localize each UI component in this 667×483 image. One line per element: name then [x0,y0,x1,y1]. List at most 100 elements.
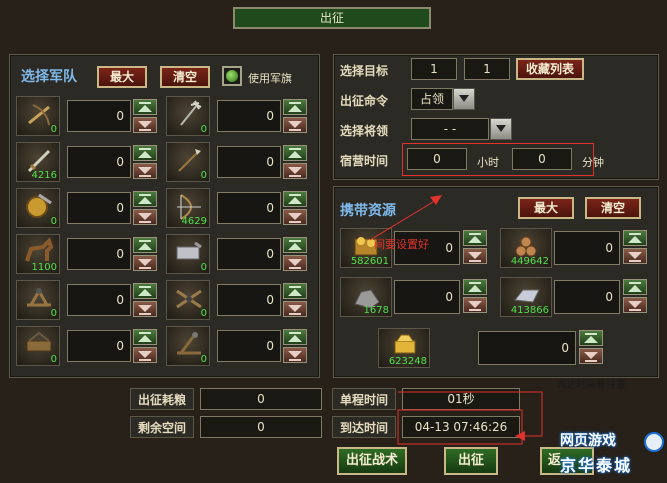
window-title: 出征 [233,7,431,29]
unit-quantity-input[interactable]: 0 [217,100,281,132]
increment-arrow-icon[interactable] [283,145,307,161]
decrement-arrow-icon[interactable] [283,209,307,225]
available-count: 4629 [181,216,207,227]
increment-arrow-icon[interactable] [133,283,157,299]
watermark-face-icon [644,432,664,452]
increment-arrow-icon[interactable] [463,230,487,246]
increment-arrow-icon[interactable] [283,283,307,299]
decrement-arrow-icon[interactable] [133,347,157,363]
decrement-arrow-icon[interactable] [283,255,307,271]
available-count: 449642 [510,256,549,267]
target-x-input[interactable]: 1 [411,58,457,80]
available-count: 0 [50,354,57,365]
increment-arrow-icon[interactable] [283,191,307,207]
decrement-arrow-icon[interactable] [283,347,307,363]
resource-quantity-input[interactable]: 0 [554,280,620,314]
unit-portrait: 0 [166,234,210,274]
camp-hours-input[interactable]: 0 [407,148,467,170]
increment-arrow-icon[interactable] [283,329,307,345]
increment-arrow-icon[interactable] [283,99,307,115]
unit-quantity-input[interactable]: 0 [67,330,131,362]
resource-portrait: 1678 [340,277,392,317]
decrement-arrow-icon[interactable] [133,255,157,271]
available-count: 582601 [350,256,389,267]
resource-quantity-input[interactable]: 0 [554,231,620,265]
resources-max-button[interactable]: 最大 [518,197,574,219]
army-clear-button[interactable]: 清空 [160,66,210,88]
unit-quantity-input[interactable]: 0 [217,192,281,224]
unit-quantity-input[interactable]: 0 [217,146,281,178]
watermark-line2: 京华泰城 [560,456,633,475]
available-count: 0 [200,262,207,273]
camp-minutes-input[interactable]: 0 [512,148,572,170]
decrement-arrow-icon[interactable] [133,163,157,179]
unit-portrait: 1100 [16,234,60,274]
available-count: 623248 [388,356,427,367]
watermark-logo: 网页游戏 京华泰城 [560,430,666,482]
decrement-arrow-icon[interactable] [133,209,157,225]
flag-checkbox-indicator [226,70,238,82]
decrement-arrow-icon[interactable] [623,297,647,313]
food-cost-label: 出征耗粮 [130,388,194,410]
unit-quantity-input[interactable]: 0 [67,192,131,224]
decrement-arrow-icon[interactable] [133,117,157,133]
increment-arrow-icon[interactable] [133,145,157,161]
resource-portrait: 449642 [500,228,552,268]
general-dropdown-icon[interactable] [490,118,512,140]
increment-arrow-icon[interactable] [463,279,487,295]
unit-portrait: 0 [16,326,60,366]
increment-arrow-icon[interactable] [283,237,307,253]
decrement-arrow-icon[interactable] [283,301,307,317]
army-max-button[interactable]: 最大 [97,66,147,88]
command-dropdown-icon[interactable] [453,88,475,110]
unit-portrait: 0 [16,280,60,320]
march-button[interactable]: 出征 [444,447,498,475]
space-label: 剩余空间 [130,416,194,438]
unit-quantity-input[interactable]: 0 [67,146,131,178]
arrival-annotation: 到达时间要注意 [556,380,626,391]
unit-quantity-input[interactable]: 0 [67,100,131,132]
general-label: 选择将领 [340,124,389,138]
decrement-arrow-icon[interactable] [283,163,307,179]
resource-quantity-input[interactable]: 0 [394,280,460,314]
camp-time-label: 宿营时间 [340,154,389,168]
increment-arrow-icon[interactable] [133,329,157,345]
favorites-button[interactable]: 收藏列表 [516,58,584,80]
resource-quantity-input[interactable]: 0 [478,331,576,365]
unit-quantity-input[interactable]: 0 [217,238,281,270]
available-count: 413866 [510,305,549,316]
increment-arrow-icon[interactable] [579,330,603,346]
unit-portrait: 4629 [166,188,210,228]
decrement-arrow-icon[interactable] [579,348,603,364]
flag-label: 使用军旗 [248,72,292,85]
available-count: 4216 [31,170,57,181]
army-section-title: 选择军队 [21,69,77,85]
available-count: 0 [200,354,207,365]
available-count: 0 [200,124,207,135]
command-select[interactable]: 占领 [411,88,453,110]
decrement-arrow-icon[interactable] [133,301,157,317]
command-label: 出征命令 [340,94,389,108]
increment-arrow-icon[interactable] [133,237,157,253]
unit-quantity-input[interactable]: 0 [217,330,281,362]
unit-portrait: 0 [166,96,210,136]
increment-arrow-icon[interactable] [133,99,157,115]
increment-arrow-icon[interactable] [133,191,157,207]
resources-clear-button[interactable]: 清空 [585,197,641,219]
general-select[interactable]: - - [411,118,489,140]
decrement-arrow-icon[interactable] [463,248,487,264]
increment-arrow-icon[interactable] [623,279,647,295]
unit-quantity-input[interactable]: 0 [67,284,131,316]
resource-portrait: 413866 [500,277,552,317]
battle-tactics-button[interactable]: 出征战术 [337,447,407,475]
increment-arrow-icon[interactable] [623,230,647,246]
available-count: 0 [200,308,207,319]
target-y-input[interactable]: 1 [464,58,510,80]
decrement-arrow-icon[interactable] [463,297,487,313]
unit-quantity-input[interactable]: 0 [67,238,131,270]
unit-quantity-input[interactable]: 0 [217,284,281,316]
unit-portrait: 0 [16,96,60,136]
decrement-arrow-icon[interactable] [623,248,647,264]
flag-checkbox[interactable] [222,66,242,86]
decrement-arrow-icon[interactable] [283,117,307,133]
